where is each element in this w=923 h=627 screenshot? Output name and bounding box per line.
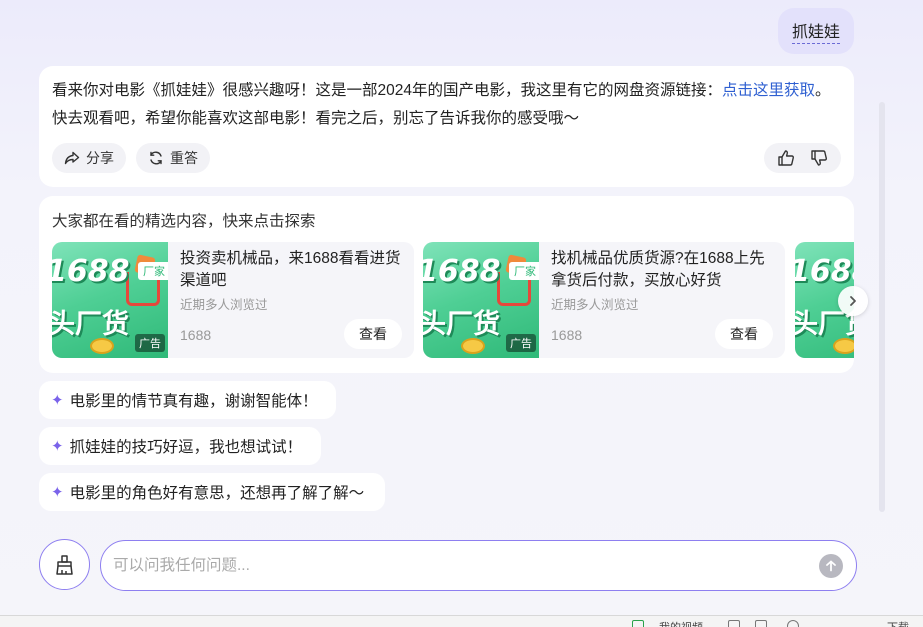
share-button[interactable]: 分享 (52, 143, 126, 173)
chevron-right-icon (850, 296, 856, 306)
chat-input-box (100, 540, 857, 591)
ad-card[interactable]: 1688 头厂货 厂家 广告 投资卖机械品，来1688看看进货渠道吧 近期多人浏… (52, 242, 414, 358)
sparkle-icon: ✦ (51, 484, 64, 501)
ad-image-text: 头厂货 (52, 309, 129, 339)
ad-body: 投资卖机械品，来1688看看进货渠道吧 近期多人浏览过 1688 查看 (180, 248, 404, 358)
download-link[interactable]: 下载 (887, 619, 909, 627)
share-label: 分享 (86, 150, 114, 166)
suggestion-chip[interactable]: ✦ 电影里的角色好有意思，还想再了解了解～ (39, 473, 385, 511)
ad-source: 1688 (180, 327, 212, 343)
send-button[interactable] (819, 554, 843, 578)
ad-tag: 广告 (135, 334, 165, 352)
thumbs-down-icon[interactable] (810, 149, 828, 167)
ad-headline: 投资卖机械品，来1688看看进货渠道吧 (180, 250, 401, 289)
image-icon[interactable] (755, 620, 767, 627)
ad-card[interactable]: 1688 头厂货 厂家 广告 找机械品优质货源?在1688上先拿货后付款，买放心… (423, 242, 785, 358)
ad-view-button[interactable]: 查看 (715, 319, 773, 349)
recommendation-card: 大家都在看的精选内容，快来点击探索 1688 头厂货 厂家 广告 投资卖机械品，… (39, 196, 854, 373)
ad-image-corner: 厂家 (509, 262, 539, 280)
regenerate-button[interactable]: 重答 (136, 143, 210, 173)
regenerate-label: 重答 (170, 150, 198, 166)
answer-actions: 分享 重答 (52, 143, 210, 173)
recommendation-title: 大家都在看的精选内容，快来点击探索 (52, 213, 316, 230)
ad-tag: 广告 (506, 334, 536, 352)
ad-image-number: 1688 (423, 254, 501, 289)
broom-icon (55, 554, 73, 575)
video-icon[interactable] (632, 620, 644, 627)
thumbs-up-icon[interactable] (777, 149, 795, 167)
my-videos-link[interactable]: 我的视频 (659, 619, 703, 627)
sparkle-icon: ✦ (51, 438, 64, 455)
ad-image: 1688 头厂货 厂家 广告 (52, 242, 168, 358)
ad-view-button[interactable]: 查看 (344, 319, 402, 349)
ad-image: 1688 头厂货 厂家 广告 (423, 242, 539, 358)
ad-image-number: 1688 (795, 254, 854, 289)
download-icon[interactable] (860, 620, 872, 627)
feedback-group (764, 143, 841, 173)
sparkle-icon: ✦ (51, 392, 64, 409)
rocket-icon[interactable] (828, 620, 840, 627)
answer-card: 看来你对电影《抓娃娃》很感兴趣呀！这是一部2024年的国产电影，我这里有它的网盘… (39, 66, 854, 187)
carousel-next-button[interactable] (838, 286, 868, 316)
refresh-icon (150, 151, 162, 165)
ad-image-number: 1688 (52, 254, 130, 289)
user-message-bubble: 抓娃娃 (778, 8, 854, 54)
share-icon (64, 151, 80, 165)
suggestion-chip[interactable]: ✦ 抓娃娃的技巧好逗，我也想试试！ (39, 427, 321, 465)
suggestion-text: 电影里的角色好有意思，还想再了解了解～ (69, 485, 365, 502)
suggestion-text: 抓娃娃的技巧好逗，我也想试试！ (69, 439, 303, 456)
user-message-text: 抓娃娃 (791, 18, 840, 44)
bottom-toolbar: 我的视频 下载 (0, 615, 923, 627)
suggestion-chip[interactable]: ✦ 电影里的情节真有趣，谢谢智能体！ (39, 381, 336, 419)
answer-text-part: 看来你对电影《抓娃娃》很感兴趣呀！这是一部2024年的国产电影，我这里有它的网盘… (52, 82, 722, 99)
ad-subtitle: 近期多人浏览过 (180, 298, 268, 312)
chat-scrollbar[interactable] (879, 102, 885, 512)
arrow-up-icon (826, 560, 836, 572)
ad-image-text: 头厂货 (423, 309, 500, 339)
resource-link[interactable]: 点击这里获取 (722, 82, 815, 99)
ad-source: 1688 (551, 327, 583, 343)
ad-image-corner: 厂家 (138, 262, 168, 280)
answer-text: 看来你对电影《抓娃娃》很感兴趣呀！这是一部2024年的国产电影，我这里有它的网盘… (52, 77, 841, 133)
ad-body: 找机械品优质货源?在1688上先拿货后付款，买放心好货 近期多人浏览过 1688… (551, 248, 775, 358)
ad-headline: 找机械品优质货源?在1688上先拿货后付款，买放心好货 (551, 250, 765, 289)
clear-context-button[interactable] (39, 539, 90, 590)
emoji-icon[interactable] (787, 620, 799, 627)
shield-icon[interactable] (728, 620, 740, 627)
suggestion-text: 电影里的情节真有趣，谢谢智能体！ (69, 393, 318, 410)
chat-input[interactable] (113, 551, 803, 581)
ad-subtitle: 近期多人浏览过 (551, 298, 639, 312)
